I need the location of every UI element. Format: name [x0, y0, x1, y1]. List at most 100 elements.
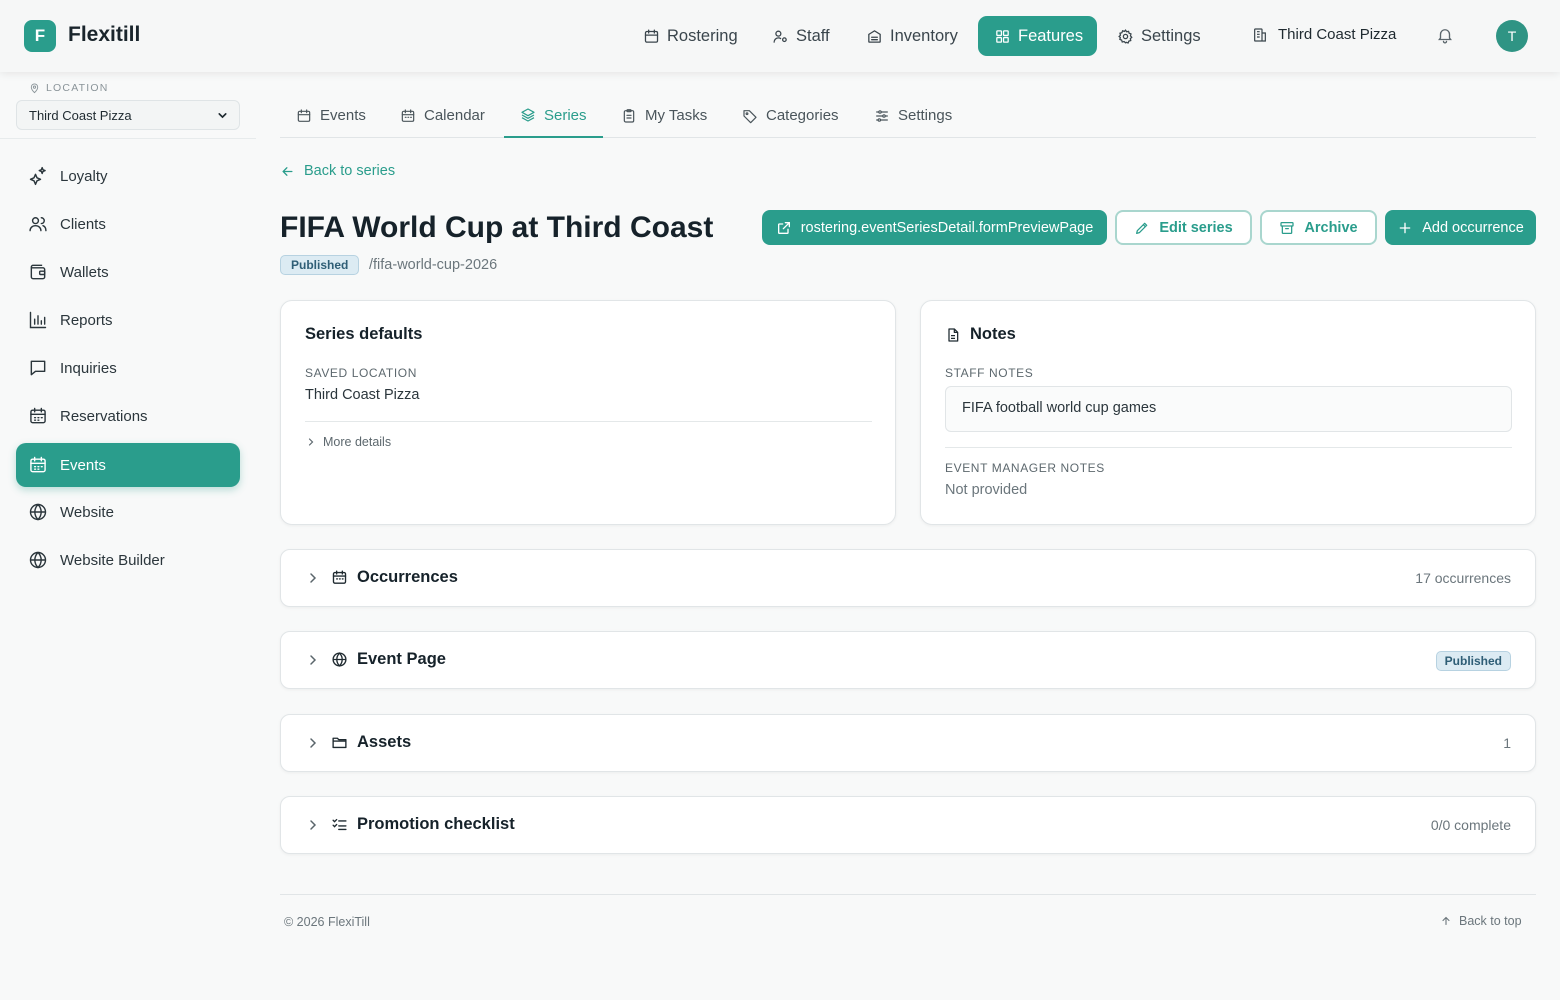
event-page-section[interactable]: Event Page Published — [280, 631, 1536, 689]
document-icon — [945, 327, 961, 343]
chevron-right-icon — [305, 735, 321, 751]
tab-label: Events — [320, 107, 366, 124]
topnav-label: Settings — [1141, 26, 1201, 45]
sidebar-item-label: Loyalty — [60, 167, 108, 185]
back-to-top-link[interactable]: Back to top — [1440, 914, 1522, 928]
topnav-features[interactable]: Features — [978, 16, 1097, 56]
asset-count: 1 — [1503, 735, 1511, 751]
tab-label: Calendar — [424, 107, 485, 124]
top-bar: F Flexitill Rostering Staff Inventory Fe… — [0, 0, 1560, 72]
back-to-top-label: Back to top — [1459, 914, 1522, 928]
tab-label: Categories — [766, 107, 839, 124]
topnav-label: Staff — [796, 26, 830, 45]
divider — [945, 447, 1512, 448]
layers-icon — [520, 107, 536, 123]
chevron-right-icon — [305, 817, 321, 833]
plus-icon — [1397, 220, 1413, 236]
arrow-up-icon — [1440, 915, 1452, 927]
user-cog-icon — [772, 28, 789, 45]
tab-calendar[interactable]: Calendar — [384, 94, 501, 137]
add-occurrence-label: Add occurrence — [1422, 219, 1524, 236]
section-title: Promotion checklist — [357, 815, 515, 833]
preview-page-button[interactable]: rostering.eventSeriesDetail.formPreviewP… — [762, 210, 1107, 245]
field-label: EVENT MANAGER NOTES — [945, 461, 1105, 475]
tab-label: Settings — [898, 107, 953, 124]
add-occurrence-button[interactable]: Add occurrence — [1385, 210, 1536, 245]
sidebar-divider — [0, 138, 256, 139]
topnav-label: Rostering — [667, 26, 738, 45]
occurrences-section[interactable]: Occurrences 17 occurrences — [280, 549, 1536, 607]
tab-label: Series — [544, 106, 587, 124]
archive-box-icon — [866, 28, 883, 45]
app-name: Flexitill — [68, 23, 141, 46]
sidebar-item-label: Clients — [60, 215, 106, 233]
topnav-inventory[interactable]: Inventory — [854, 16, 970, 56]
archive-button[interactable]: Archive — [1260, 210, 1377, 245]
sidebar-item-website-builder[interactable]: Website Builder — [16, 538, 240, 582]
manager-notes-value: Not provided — [945, 482, 1028, 498]
tab-my-tasks[interactable]: My Tasks — [605, 94, 723, 137]
series-slug: /fifa-world-cup-2026 — [369, 257, 498, 273]
sidebar-item-label: Reports — [60, 311, 113, 329]
topnav-staff[interactable]: Staff — [760, 16, 842, 56]
footer-divider — [280, 894, 1536, 895]
sidebar-item-reservations[interactable]: Reservations — [16, 394, 240, 438]
notes-card: Notes STAFF NOTES FIFA football world cu… — [920, 300, 1536, 525]
tab-label: My Tasks — [645, 107, 708, 124]
calendar-icon — [296, 108, 312, 124]
back-link-label: Back to series — [304, 163, 396, 179]
calendar-icon — [331, 569, 348, 586]
checklist-icon — [331, 816, 348, 833]
assets-section[interactable]: Assets 1 — [280, 714, 1536, 772]
sidebar-item-clients[interactable]: Clients — [16, 202, 240, 246]
sidebar-item-label: Reservations — [60, 407, 148, 425]
sidebar-item-website[interactable]: Website — [16, 490, 240, 534]
tab-categories[interactable]: Categories — [726, 94, 855, 137]
sidebar-item-loyalty[interactable]: Loyalty — [16, 154, 240, 198]
topnav-rostering[interactable]: Rostering — [631, 16, 750, 56]
back-to-series-link[interactable]: Back to series — [280, 163, 395, 179]
location-select-value: Third Coast Pizza — [29, 107, 132, 123]
bell-icon[interactable] — [1436, 26, 1454, 44]
status-badge: Published — [280, 255, 360, 275]
staff-notes-box: FIFA football world cup games — [945, 386, 1512, 432]
saved-location-value: Third Coast Pizza — [305, 387, 420, 403]
clipboard-icon — [621, 108, 637, 124]
status-badge: Published — [1435, 651, 1511, 671]
edit-series-button[interactable]: Edit series — [1115, 210, 1252, 245]
chevron-right-icon — [305, 652, 321, 668]
checklist-progress: 0/0 complete — [1430, 817, 1511, 833]
avatar[interactable]: T — [1496, 20, 1528, 52]
promotion-checklist-section[interactable]: Promotion checklist 0/0 complete — [280, 796, 1536, 854]
sidebar: LOCATION Third Coast Pizza Loyalty Clien… — [0, 72, 256, 1000]
tab-events[interactable]: Events — [280, 94, 382, 137]
tab-series[interactable]: Series — [504, 94, 603, 138]
archive-icon — [1279, 220, 1295, 236]
sidebar-item-reports[interactable]: Reports — [16, 298, 240, 342]
current-location[interactable]: Third Coast Pizza — [1252, 26, 1396, 43]
map-pin-icon — [29, 83, 40, 94]
location-label: LOCATION — [29, 82, 109, 94]
field-label: SAVED LOCATION — [305, 366, 417, 380]
sidebar-item-inquiries[interactable]: Inquiries — [16, 346, 240, 390]
building-icon — [1252, 27, 1268, 43]
folder-icon — [331, 734, 348, 751]
card-title: Notes — [970, 325, 1016, 343]
sidebar-item-events[interactable]: Events — [16, 443, 240, 487]
calendar-icon — [28, 406, 48, 426]
section-title: Event Page — [357, 650, 446, 668]
more-details-toggle[interactable]: More details — [305, 435, 391, 449]
sidebar-item-wallets[interactable]: Wallets — [16, 250, 240, 294]
calendar-icon — [400, 108, 416, 124]
topnav-label: Inventory — [890, 26, 958, 45]
tab-settings[interactable]: Settings — [858, 94, 968, 137]
copyright: © 2026 FlexiTill — [284, 915, 370, 929]
calendar-icon — [28, 455, 48, 475]
series-defaults-card: Series defaults SAVED LOCATION Third Coa… — [280, 300, 896, 525]
sidebar-item-label: Wallets — [60, 263, 109, 281]
topnav-settings[interactable]: Settings — [1105, 16, 1213, 56]
field-label: STAFF NOTES — [945, 366, 1034, 380]
location-select[interactable]: Third Coast Pizza — [16, 100, 240, 130]
edit-button-label: Edit series — [1159, 219, 1233, 236]
card-title: Series defaults — [305, 325, 423, 343]
